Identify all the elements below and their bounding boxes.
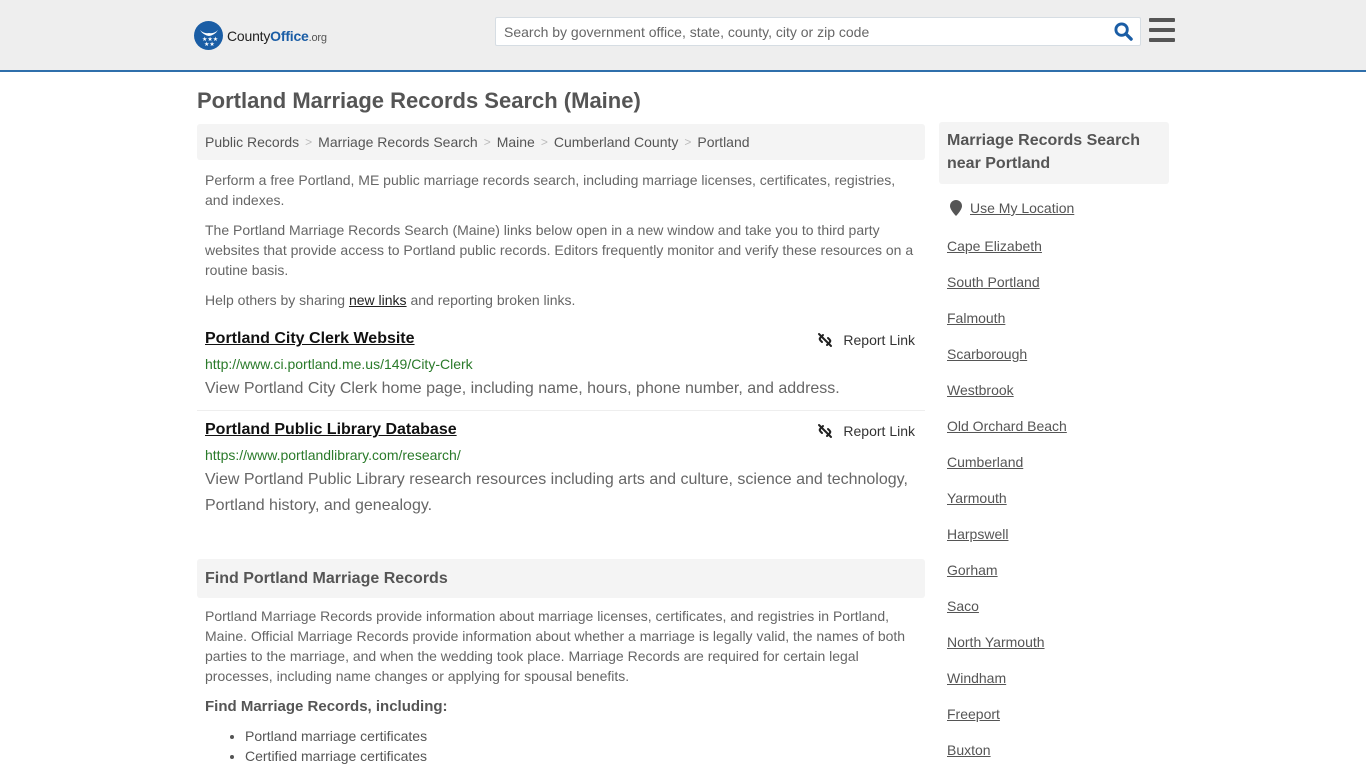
nearby-city-link[interactable]: Cumberland [947,454,1023,470]
nearby-city-link[interactable]: Scarborough [947,346,1027,362]
resource-title-link[interactable]: Portland City Clerk Website [205,330,415,348]
new-links-link[interactable]: new links [349,292,407,308]
find-records-list: Portland marriage certificates Certified… [245,726,427,766]
use-my-location-link[interactable]: Use My Location [970,200,1074,216]
report-link-button[interactable]: Report Link [817,423,915,439]
page-title: Portland Marriage Records Search (Maine) [197,88,641,113]
intro-text-after: and reporting broken links. [406,292,576,308]
breadcrumb-cumberland-county[interactable]: Cumberland County [554,134,679,150]
divider [197,410,925,411]
breadcrumb-separator: > [305,135,313,149]
intro-text: Perform a free Portland, ME public marri… [205,170,919,320]
list-item: Cape Elizabeth [947,236,1067,272]
logo-text-office: Office [270,27,309,44]
map-pin-icon [950,200,962,216]
search-icon [1113,22,1133,41]
find-section-subheading: Find Marriage Records, including: [205,698,448,715]
list-item: Old Orchard Beach [947,416,1067,452]
breadcrumb-separator: > [483,135,491,149]
nearby-city-link[interactable]: Old Orchard Beach [947,418,1067,434]
list-item: Cumberland [947,452,1067,488]
list-item: Gorham [947,560,1067,596]
nearby-city-link[interactable]: Falmouth [947,310,1005,326]
report-link-button[interactable]: Report Link [817,332,915,348]
nearby-city-link[interactable]: Harpswell [947,526,1008,542]
nearby-city-link[interactable]: Freeport [947,706,1000,722]
intro-paragraph-1: Perform a free Portland, ME public marri… [205,172,896,208]
report-link-label: Report Link [843,332,915,348]
nearby-city-link[interactable]: Yarmouth [947,490,1007,506]
list-item: Saco [947,596,1067,632]
logo-wordmark: CountyOffice.org [227,28,327,44]
intro-paragraph-2: The Portland Marriage Records Search (Ma… [205,222,914,278]
svg-text:★★: ★★ [204,41,215,46]
resource-item: Portland Public Library Database Report … [197,421,925,521]
list-item: Certified marriage certificates [245,746,427,766]
list-item: Windham [947,668,1067,704]
nearby-city-link[interactable]: South Portland [947,274,1040,290]
breadcrumb-marriage-records-search[interactable]: Marriage Records Search [318,134,478,150]
broken-link-icon [818,424,833,438]
site-logo[interactable]: ★★★ ★★ CountyOffice.org [194,21,327,50]
resource-title-link[interactable]: Portland Public Library Database [205,421,457,439]
nearby-city-link[interactable]: Windham [947,670,1006,686]
breadcrumb-portland[interactable]: Portland [697,134,749,150]
nearby-city-link[interactable]: North Yarmouth [947,634,1045,650]
breadcrumb-separator: > [540,135,548,149]
list-item: Westbrook [947,380,1067,416]
sidebar-heading: Marriage Records Search near Portland [939,122,1169,184]
nearby-cities-list: Cape Elizabeth South Portland Falmouth S… [947,236,1067,776]
nearby-city-link[interactable]: Westbrook [947,382,1014,398]
nearby-city-link[interactable]: Buxton [947,742,991,758]
menu-bar [1149,18,1175,22]
intro-text-before: Help others by sharing [205,292,349,308]
list-item: Falmouth [947,308,1067,344]
list-item: Buxton [947,740,1067,776]
list-item: Scarborough [947,344,1067,380]
menu-bar [1149,38,1175,42]
site-header: ★★★ ★★ CountyOffice.org [0,0,1366,72]
find-section-body: Portland Marriage Records provide inform… [205,608,906,684]
resource-description: View Portland City Clerk home page, incl… [205,380,840,397]
breadcrumb-separator: > [684,135,692,149]
nearby-city-link[interactable]: Saco [947,598,979,614]
list-item: Portland marriage certificates [245,726,427,746]
hamburger-menu-icon[interactable] [1149,18,1175,42]
logo-text-suffix: .org [308,31,327,44]
logo-text-county: County [227,27,271,44]
nearby-city-link[interactable]: Cape Elizabeth [947,238,1042,254]
nearby-city-link[interactable]: Gorham [947,562,998,578]
report-link-label: Report Link [843,423,915,439]
list-item: Harpswell [947,524,1067,560]
breadcrumb-public-records[interactable]: Public Records [205,134,299,150]
use-my-location: Use My Location [950,200,1074,216]
list-item: North Yarmouth [947,632,1067,668]
resource-item: Portland City Clerk Website Report Link … [197,330,925,410]
intro-paragraph-3: Help others by sharing new links and rep… [205,290,919,310]
breadcrumb-maine[interactable]: Maine [497,134,535,150]
eagle-stars-icon: ★★★ ★★ [194,21,223,50]
find-section-heading: Find Portland Marriage Records [197,559,925,598]
list-item: Freeport [947,704,1067,740]
search-bar [495,17,1141,46]
menu-bar [1149,28,1175,32]
breadcrumb: Public Records > Marriage Records Search… [197,124,925,160]
resource-url: https://www.portlandlibrary.com/research… [205,447,461,463]
list-item: South Portland [947,272,1067,308]
list-item: Yarmouth [947,488,1067,524]
resource-description: View Portland Public Library research re… [205,471,908,514]
broken-link-icon [818,333,833,347]
search-input[interactable] [496,18,1106,45]
resource-url: http://www.ci.portland.me.us/149/City-Cl… [205,356,473,372]
search-button[interactable] [1106,18,1140,45]
